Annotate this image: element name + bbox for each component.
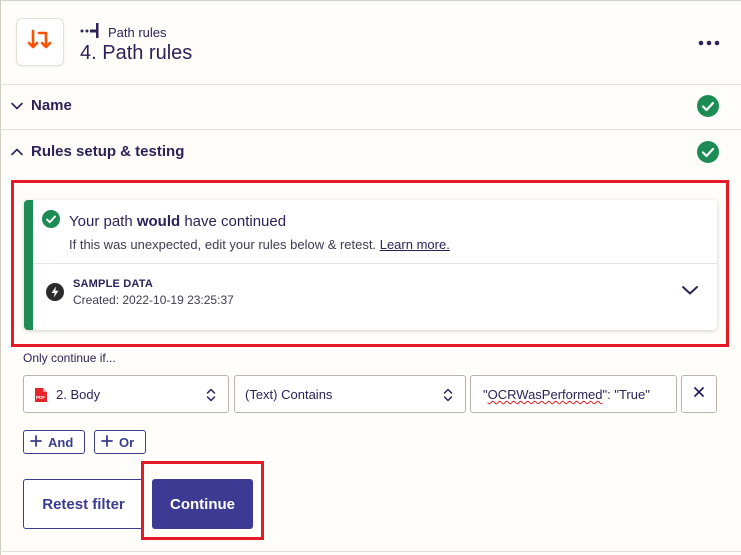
spellcheck-word: OCRWasPerformed	[487, 387, 603, 402]
more-horizontal-icon	[698, 33, 720, 51]
bolt-icon	[46, 283, 64, 301]
divider	[0, 551, 741, 552]
section-label: Rules setup & testing	[31, 143, 185, 160]
step-header: Path rules 4. Path rules	[0, 0, 741, 84]
result-headline: Your path would have continued	[69, 213, 287, 230]
svg-text:PDF: PDF	[36, 395, 45, 400]
divider	[0, 129, 741, 130]
divider	[33, 263, 717, 264]
plus-icon	[101, 434, 113, 450]
step-type-label: Path rules	[108, 24, 167, 40]
check-circle-icon	[697, 95, 719, 117]
learn-more-link[interactable]: Learn more.	[380, 237, 450, 252]
value-input[interactable]: "OCRWasPerformed": "True"	[470, 375, 677, 413]
sample-data-created: Created: 2022-10-19 23:25:37	[73, 293, 234, 307]
add-and-condition-button[interactable]: And	[23, 430, 85, 454]
section-rules-setup[interactable]: Rules setup & testing	[0, 131, 741, 175]
step-type: Path rules	[80, 22, 167, 42]
more-options-button[interactable]	[694, 30, 724, 54]
check-circle-icon	[697, 141, 719, 163]
paths-icon	[27, 27, 53, 58]
success-accent-bar	[24, 200, 33, 330]
result-hint: If this was unexpected, edit your rules …	[69, 237, 450, 252]
path-branch-icon	[80, 22, 100, 43]
plus-icon	[30, 434, 42, 450]
expand-sample-button[interactable]	[679, 282, 701, 302]
continue-button[interactable]: Continue	[152, 479, 253, 529]
operator-select[interactable]: (Text) Contains	[234, 375, 466, 413]
section-name[interactable]: Name	[0, 85, 741, 129]
filter-label: Only continue if...	[23, 351, 116, 365]
sample-data-title: SAMPLE DATA	[73, 278, 154, 290]
retest-filter-button[interactable]: Retest filter	[23, 479, 144, 529]
and-label: And	[48, 434, 74, 450]
value-text: "OCRWasPerformed": "True"	[483, 387, 650, 402]
field-select[interactable]: PDF 2. Body	[23, 375, 229, 413]
remove-rule-button[interactable]	[681, 375, 717, 413]
chevron-down-icon	[10, 99, 24, 113]
check-circle-icon	[42, 210, 60, 228]
field-value: 2. Body	[56, 387, 101, 402]
select-arrows-icon	[442, 387, 454, 403]
chevron-down-icon	[681, 283, 699, 301]
or-label: Or	[119, 434, 135, 450]
close-icon	[693, 385, 705, 403]
chevron-up-icon	[10, 145, 24, 159]
operator-value: (Text) Contains	[245, 387, 333, 402]
step-title: 4. Path rules	[80, 42, 193, 64]
app-tile	[16, 18, 64, 66]
filter-result-card: Your path would have continued If this w…	[24, 200, 717, 330]
add-or-condition-button[interactable]: Or	[94, 430, 146, 454]
pdf-icon: PDF	[34, 387, 48, 403]
select-arrows-icon	[205, 387, 217, 403]
section-label: Name	[31, 97, 72, 114]
